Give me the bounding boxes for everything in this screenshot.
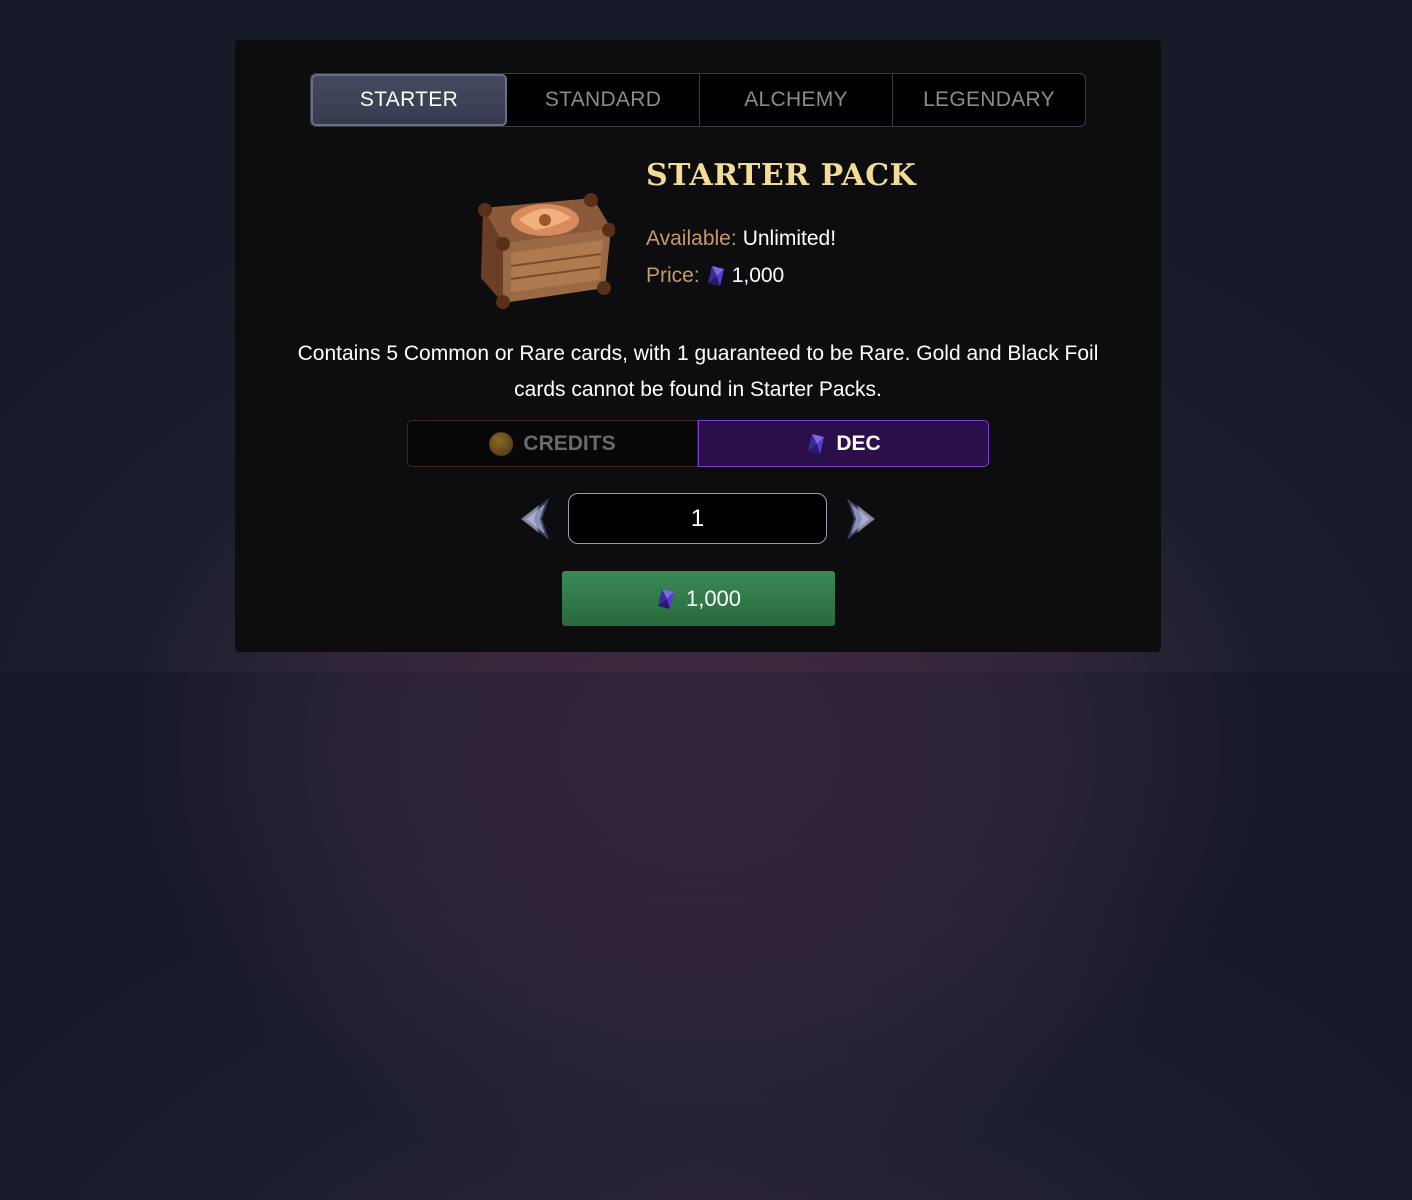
- tab-legendary[interactable]: LEGENDARY: [893, 74, 1085, 126]
- buy-button[interactable]: 1,000: [562, 571, 835, 626]
- shop-panel: STARTER STANDARD ALCHEMY LEGENDARY START…: [235, 40, 1161, 652]
- pack-type-tabs: STARTER STANDARD ALCHEMY LEGENDARY: [310, 73, 1086, 127]
- tab-alchemy[interactable]: ALCHEMY: [700, 74, 893, 126]
- dec-gem-icon: [707, 266, 724, 286]
- chevron-right-icon[interactable]: [843, 497, 879, 541]
- availability-row: Available: Unlimited!: [646, 227, 836, 251]
- available-value: Unlimited!: [742, 227, 837, 250]
- chevron-left-icon[interactable]: [517, 497, 553, 541]
- price-value: 1,000: [731, 264, 785, 287]
- pack-description: Contains 5 Common or Rare cards, with 1 …: [297, 342, 1099, 401]
- dec-gem-icon: [657, 588, 674, 609]
- chest-icon: [478, 193, 615, 309]
- credits-label: CREDITS: [523, 431, 616, 455]
- dec-label: DEC: [836, 431, 881, 455]
- tab-standard[interactable]: STANDARD: [507, 74, 700, 126]
- credits-coin-icon: [489, 431, 514, 456]
- dec-gem-icon: [808, 433, 825, 454]
- buy-amount: 1,000: [685, 585, 742, 611]
- dec-button[interactable]: DEC: [698, 420, 989, 467]
- price-row: Price: 1,000: [646, 264, 784, 288]
- price-label: Price:: [646, 264, 700, 287]
- available-label: Available:: [646, 227, 737, 250]
- currency-toggle: CREDITS DEC: [407, 420, 989, 467]
- tab-starter[interactable]: STARTER: [311, 74, 507, 126]
- quantity-input[interactable]: [568, 493, 827, 544]
- pack-title: STARTER PACK: [646, 158, 917, 193]
- credits-button[interactable]: CREDITS: [407, 420, 698, 467]
